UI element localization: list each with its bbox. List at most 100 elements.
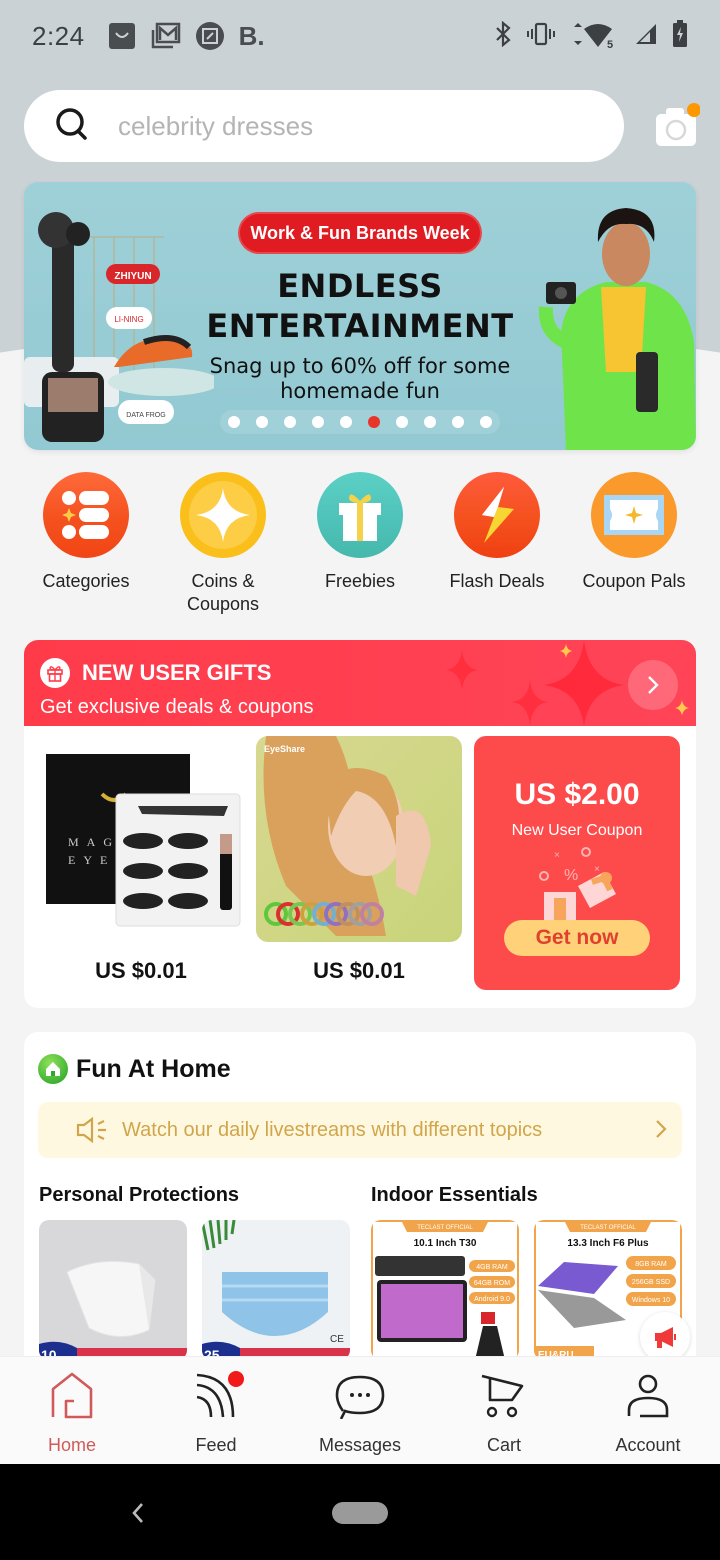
svg-text:CE: CE: [330, 1334, 344, 1345]
carousel-dot[interactable]: [368, 416, 380, 428]
wifi-icon: 5: [570, 23, 620, 49]
gift-box-illustration: × % ×: [539, 847, 616, 922]
svg-text:×: ×: [594, 864, 600, 875]
product-price: US $0.01: [95, 958, 187, 983]
nav-cart[interactable]: Cart: [432, 1357, 576, 1464]
categories-icon: [43, 472, 129, 558]
quick-nav: Categories Coins & Coupons Freebies Flas…: [18, 472, 702, 616]
status-time: 2:24: [32, 20, 85, 51]
section-title-indoor-essentials[interactable]: Indoor Essentials: [371, 1184, 538, 1207]
nav-label: Cart: [486, 1435, 521, 1455]
quick-nav-coupon-pals[interactable]: Coupon Pals: [566, 472, 702, 616]
account-icon: [623, 1371, 673, 1421]
livestream-text: Watch our daily livestreams with differe…: [122, 1118, 543, 1141]
new-user-coupon[interactable]: US $2.00 New User Coupon × % × Get now: [474, 736, 680, 990]
coupon-icon: [591, 472, 677, 558]
shopping-bag-icon: [107, 21, 137, 51]
chevron-right-icon: [648, 676, 659, 694]
banner-tag: Work & Fun Brands Week: [238, 212, 482, 254]
svg-text:DATA FROG: DATA FROG: [126, 412, 165, 419]
svg-text:TECLAST OFFICIAL: TECLAST OFFICIAL: [417, 1225, 473, 1231]
megaphone-icon: [655, 1327, 676, 1348]
carousel-dot[interactable]: [452, 416, 464, 428]
quick-nav-freebies[interactable]: Freebies: [292, 472, 428, 616]
carousel-dot[interactable]: [228, 416, 240, 428]
quick-nav-label: Coupon Pals: [582, 571, 686, 591]
nav-home[interactable]: Home: [0, 1357, 144, 1464]
svg-text:EYE: EYE: [68, 853, 115, 867]
nav-messages[interactable]: Messages: [288, 1357, 432, 1464]
search-icon: [54, 106, 90, 147]
bluetooth-icon: [494, 20, 512, 52]
search-box[interactable]: [24, 90, 624, 162]
carousel-dot[interactable]: [480, 416, 492, 428]
system-back-button[interactable]: [128, 1498, 148, 1528]
nav-label: Account: [615, 1435, 681, 1455]
floating-promo-button[interactable]: [640, 1312, 690, 1362]
fun-at-home-header: Fun At Home: [38, 1054, 231, 1084]
cart-icon: [479, 1371, 529, 1421]
quick-nav-label: Flash Deals: [449, 571, 545, 591]
carousel-dot[interactable]: [424, 416, 436, 428]
gift-product-2[interactable]: EyeShare US $0.01: [256, 736, 462, 984]
svg-text:×: ×: [554, 850, 560, 861]
svg-text:TECLAST OFFICIAL: TECLAST OFFICIAL: [580, 1225, 636, 1231]
carousel-dot[interactable]: [284, 416, 296, 428]
edit-app-icon: [195, 21, 225, 51]
gmail-icon: [151, 21, 181, 51]
product-image-eyelashes: MAG EYE: [38, 736, 244, 942]
svg-text:ZHIYUN: ZHIYUN: [114, 271, 151, 282]
product-tablet-t30[interactable]: TECLAST OFFICIAL 10.1 Inch T30 4GB RAM 6…: [371, 1220, 519, 1360]
quick-nav-categories[interactable]: Categories: [18, 472, 154, 616]
status-bar: 2:24 B. 5: [0, 0, 720, 72]
new-user-gifts-subtitle: Get exclusive deals & coupons: [40, 696, 314, 718]
vibrate-icon: [526, 22, 556, 51]
quick-nav-flash-deals[interactable]: Flash Deals: [429, 472, 565, 616]
nav-feed[interactable]: Feed: [144, 1357, 288, 1464]
section-title-personal-protections[interactable]: Personal Protections: [39, 1184, 239, 1207]
home-badge-icon: [38, 1054, 68, 1084]
carousel-dot[interactable]: [256, 416, 268, 428]
carousel-dot[interactable]: [396, 416, 408, 428]
gifts-more-button[interactable]: [628, 660, 678, 710]
battery-charging-icon: [672, 19, 688, 53]
bottom-nav: Home Feed Messages Cart Account: [0, 1356, 720, 1464]
camera-icon: [656, 103, 701, 146]
quick-nav-coins-coupons[interactable]: Coins & Coupons: [155, 472, 291, 616]
nav-account[interactable]: Account: [576, 1357, 720, 1464]
carousel-indicator[interactable]: [220, 410, 500, 434]
get-now-button[interactable]: Get now: [504, 920, 650, 956]
banner-subtitle-line1: Snag up to 60% off for some: [209, 354, 511, 378]
gift-product-1[interactable]: MAG EYE US $0.01: [38, 736, 244, 984]
banner-title-line1: ENDLESS: [277, 267, 443, 305]
quick-nav-label: Categories: [42, 571, 130, 591]
promo-banner[interactable]: ZHIYUN LI-NING DATA FROG Work & Fun Bran…: [24, 182, 696, 450]
image-search-button[interactable]: [654, 102, 701, 148]
signal-icon: [634, 22, 658, 51]
system-home-button[interactable]: [332, 1502, 388, 1524]
search-input[interactable]: [118, 110, 558, 142]
product-kn95-mask[interactable]: 10: [39, 1220, 187, 1360]
nav-label: Feed: [195, 1435, 237, 1455]
banner-products-image: ZHIYUN LI-NING DATA FROG: [24, 212, 214, 442]
carousel-dot[interactable]: [312, 416, 324, 428]
new-user-gifts-header[interactable]: NEW USER GIFTS Get exclusive deals & cou…: [24, 640, 696, 726]
home-icon: [47, 1371, 97, 1421]
new-user-gifts-title: NEW USER GIFTS: [82, 660, 272, 685]
banner-model-image: [538, 208, 696, 450]
nav-label: Home: [47, 1435, 96, 1455]
system-navigation-bar: [0, 1464, 720, 1560]
coupon-label: New User Coupon: [511, 822, 643, 839]
svg-text:8GB RAM: 8GB RAM: [635, 1261, 667, 1268]
product-price: US $0.01: [313, 958, 405, 983]
svg-text:Windows 10: Windows 10: [632, 1297, 670, 1304]
new-user-gifts-card: NEW USER GIFTS Get exclusive deals & cou…: [24, 640, 696, 1008]
search-row: [24, 90, 704, 162]
b-app-icon: B.: [238, 20, 265, 51]
svg-text:256GB SSD: 256GB SSD: [632, 1279, 670, 1286]
banner-title-line2: ENTERTAINMENT: [206, 307, 514, 345]
coupon-amount: US $2.00: [514, 778, 640, 811]
product-surgical-mask[interactable]: CE 25: [202, 1220, 350, 1360]
livestream-banner[interactable]: Watch our daily livestreams with differe…: [38, 1102, 682, 1158]
carousel-dot[interactable]: [340, 416, 352, 428]
